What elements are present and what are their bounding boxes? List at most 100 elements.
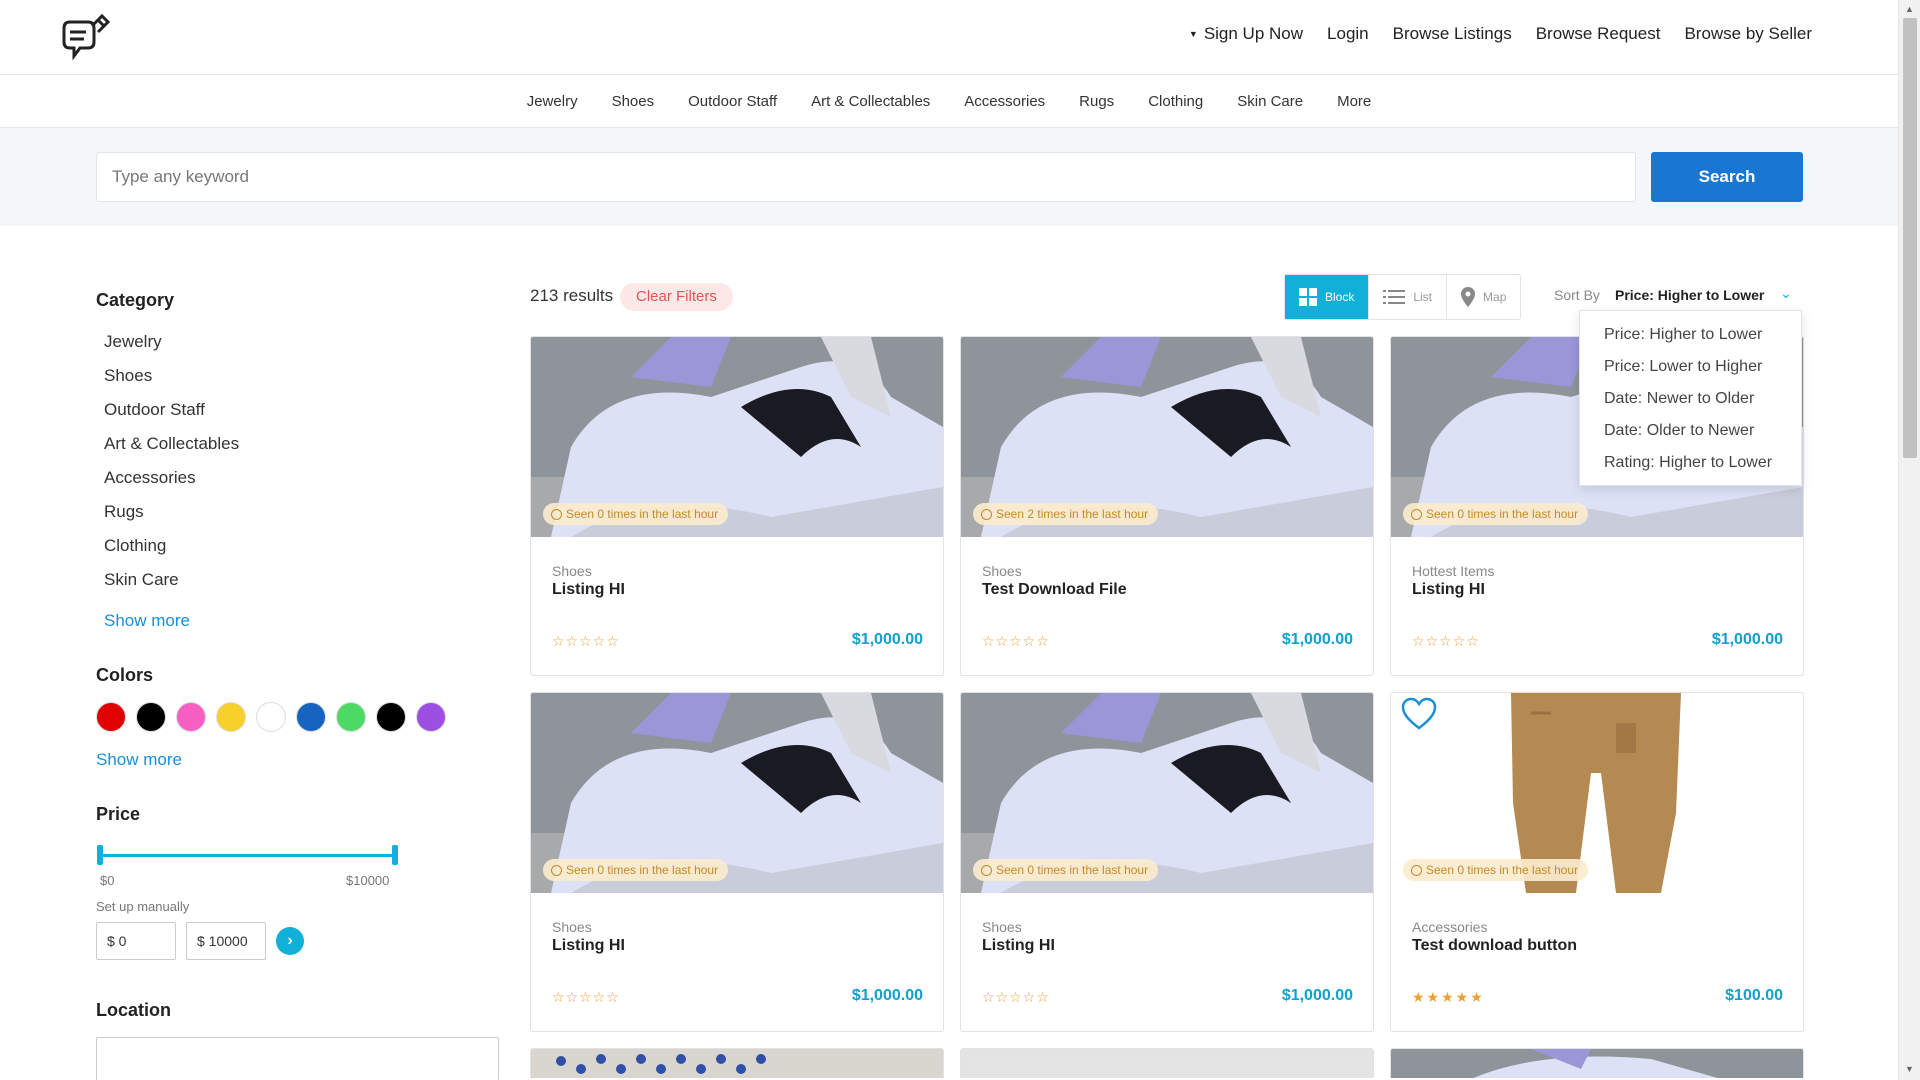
sort-select[interactable]: Price: Higher to Lower [1615, 287, 1764, 303]
listing-image[interactable]: Seen 0 times in the last hour [961, 693, 1373, 893]
search-band: Search [0, 128, 1898, 226]
price-range-slider[interactable]: $0 $10000 [96, 841, 501, 891]
catbar-item-jewelry[interactable]: Jewelry [527, 93, 578, 110]
scroll-thumb[interactable] [1903, 18, 1917, 458]
colors-title: Colors [96, 665, 154, 685]
search-button[interactable]: Search [1651, 152, 1803, 202]
sort-option-date-new-old[interactable]: Date: Newer to Older [1580, 383, 1801, 415]
color-swatch-yellow[interactable] [216, 702, 246, 732]
listing-image[interactable]: Seen 0 times in the last hour [531, 693, 943, 893]
category-item-accessories[interactable]: Accessories [96, 461, 501, 495]
login-link[interactable]: Login [1327, 24, 1369, 44]
listing-image[interactable]: Seen 0 times in the last hour [531, 337, 943, 537]
catbar-item-accessories[interactable]: Accessories [964, 93, 1045, 110]
clear-filters-button[interactable]: Clear Filters [620, 283, 733, 311]
sort-option-price-high-low[interactable]: Price: Higher to Lower [1580, 319, 1801, 351]
chevron-down-icon[interactable]: ⌄ [1780, 285, 1792, 302]
color-swatch-purple[interactable] [416, 702, 446, 732]
slider-max-handle[interactable] [392, 845, 398, 865]
catbar-item-clothing[interactable]: Clothing [1148, 93, 1203, 110]
signup-label[interactable]: Sign Up Now [1204, 24, 1303, 43]
category-show-more-link[interactable]: Show more [96, 611, 190, 631]
category-item-skin-care[interactable]: Skin Care [96, 563, 501, 597]
category-item-outdoor-staff[interactable]: Outdoor Staff [96, 393, 501, 427]
category-item-art-collectables[interactable]: Art & Collectables [96, 427, 501, 461]
search-input[interactable] [96, 152, 1636, 202]
listing-card[interactable]: Seen 0 times in the last hour Shoes List… [960, 692, 1374, 1032]
catbar-item-more[interactable]: More [1337, 93, 1371, 110]
sort-option-rating-high-low[interactable]: Rating: Higher to Lower [1580, 447, 1801, 479]
scroll-down-arrow-icon[interactable]: ▼ [1905, 1064, 1914, 1074]
manual-price-label: Set up manually [96, 899, 190, 914]
listing-title[interactable]: Listing HI [982, 937, 1055, 955]
color-swatch-black-2[interactable] [376, 702, 406, 732]
color-swatches [96, 702, 501, 732]
rating-stars: ☆☆☆☆☆ [552, 633, 620, 649]
listing-card[interactable]: Seen 2 times in the last hour Shoes Test… [960, 336, 1374, 676]
sort-option-date-old-new[interactable]: Date: Older to Newer [1580, 415, 1801, 447]
color-swatch-pink[interactable] [176, 702, 206, 732]
seen-text: Seen 0 times in the last hour [566, 863, 719, 877]
listing-image[interactable]: Seen 2 times in the last hour [961, 337, 1373, 537]
catbar-item-rugs[interactable]: Rugs [1079, 93, 1114, 110]
colors-show-more-link[interactable]: Show more [96, 750, 182, 770]
seen-text: Seen 0 times in the last hour [1426, 507, 1579, 521]
map-pin-icon [1461, 287, 1476, 307]
color-swatch-green[interactable] [336, 702, 366, 732]
color-swatch-black[interactable] [136, 702, 166, 732]
listing-card-partial[interactable] [530, 1048, 944, 1078]
color-swatch-white[interactable] [256, 702, 286, 732]
view-block-button[interactable]: Block [1285, 275, 1370, 319]
listing-card[interactable]: Seen 0 times in the last hour Accessorie… [1390, 692, 1804, 1032]
logo-icon[interactable] [58, 10, 114, 66]
favorite-heart-icon[interactable] [1401, 697, 1437, 736]
view-list-label: List [1413, 290, 1433, 304]
category-bar: Jewelry Shoes Outdoor Staff Art & Collec… [0, 75, 1898, 128]
apply-price-button[interactable]: › [276, 927, 304, 955]
slider-track [100, 854, 395, 857]
price-min-label: $0 [100, 873, 115, 888]
seen-badge: Seen 0 times in the last hour [1403, 859, 1589, 881]
listing-card[interactable]: Seen 0 times in the last hour Shoes List… [530, 336, 944, 676]
rating-stars: ★★★★★ [1412, 989, 1485, 1005]
rating-stars: ☆☆☆☆☆ [1412, 633, 1480, 649]
seen-badge: Seen 0 times in the last hour [973, 859, 1159, 881]
catbar-item-skin-care[interactable]: Skin Care [1237, 93, 1303, 110]
max-price-input[interactable]: $ 10000 [186, 922, 266, 960]
browse-by-seller-link[interactable]: Browse by Seller [1684, 24, 1812, 44]
listing-body: Hottest Items Listing HI ☆☆☆☆☆ $1,000.00 [1391, 537, 1803, 675]
listing-title[interactable]: Listing HI [552, 937, 625, 955]
browse-request-link[interactable]: Browse Request [1536, 24, 1661, 44]
signup-link[interactable]: ▼ Sign Up Now [1189, 24, 1303, 44]
view-list-button[interactable]: List [1369, 275, 1448, 319]
location-input[interactable] [96, 1037, 499, 1080]
listing-title[interactable]: Test Download File [982, 581, 1127, 599]
color-swatch-blue[interactable] [296, 702, 326, 732]
category-item-clothing[interactable]: Clothing [96, 529, 501, 563]
sort-option-price-low-high[interactable]: Price: Lower to Higher [1580, 351, 1801, 383]
listing-card[interactable]: Seen 0 times in the last hour Shoes List… [530, 692, 944, 1032]
listing-card-partial[interactable] [1390, 1048, 1804, 1078]
slider-min-handle[interactable] [97, 845, 103, 865]
category-item-rugs[interactable]: Rugs [96, 495, 501, 529]
color-swatch-red[interactable] [96, 702, 126, 732]
scroll-up-arrow-icon[interactable]: ▲ [1905, 4, 1914, 14]
catbar-item-outdoor-staff[interactable]: Outdoor Staff [688, 93, 777, 110]
catbar-item-shoes[interactable]: Shoes [612, 93, 655, 110]
page-scrollbar[interactable]: ▲ ▼ [1898, 0, 1920, 1080]
listing-title[interactable]: Listing HI [1412, 581, 1485, 599]
min-price-input[interactable]: $ 0 [96, 922, 176, 960]
listing-title[interactable]: Listing HI [552, 581, 625, 599]
clock-icon [551, 508, 562, 520]
browse-listings-link[interactable]: Browse Listings [1393, 24, 1512, 44]
listing-image[interactable]: Seen 0 times in the last hour [1391, 693, 1803, 893]
category-title: Category [96, 290, 175, 310]
category-item-shoes[interactable]: Shoes [96, 359, 501, 393]
catbar-item-art-collectables[interactable]: Art & Collectables [811, 93, 930, 110]
view-map-button[interactable]: Map [1447, 275, 1520, 319]
listing-title[interactable]: Test download button [1412, 937, 1577, 955]
category-item-jewelry[interactable]: Jewelry [96, 325, 501, 359]
seen-text: Seen 0 times in the last hour [996, 863, 1149, 877]
listing-card-partial[interactable] [960, 1048, 1374, 1078]
listing-price: $1,000.00 [851, 987, 923, 1004]
